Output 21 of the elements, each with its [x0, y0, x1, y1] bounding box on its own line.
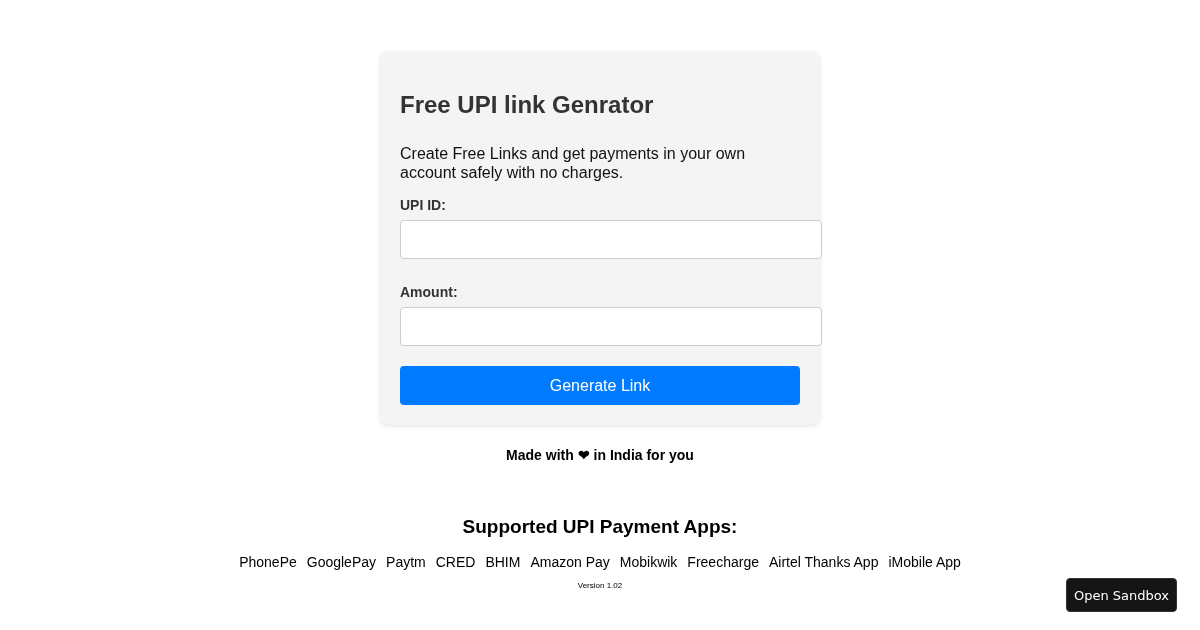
version-text: Version 1.02 — [577, 581, 623, 591]
app-name: Mobikwik — [619, 553, 678, 571]
field-label: Amount: — [400, 283, 458, 301]
app-name: GooglePay — [306, 553, 377, 571]
app-name: PhonePe — [239, 553, 297, 571]
form-description: Create Free Links and get payments in your own account safely with no charges. — [400, 144, 747, 182]
field-label: UPI ID: — [400, 196, 446, 214]
tagline: Made with ❤ in India for you — [506, 446, 694, 464]
input-field[interactable] — [400, 220, 822, 259]
form-title: Free UPI link Genrator — [400, 90, 654, 120]
app-name: Paytm — [386, 553, 426, 571]
input-field[interactable] — [400, 307, 822, 346]
apps-heading: Supported UPI Payment Apps: — [462, 515, 738, 539]
open-sandbox-button[interactable]: Open Sandbox — [1066, 578, 1177, 612]
app-name: Airtel Thanks App — [768, 553, 879, 571]
generate-button[interactable]: Generate Link — [400, 366, 800, 405]
app-name: iMobile App — [888, 553, 961, 571]
app-name: CRED — [435, 553, 476, 571]
app-name: Amazon Pay — [530, 553, 610, 571]
app-name: BHIM — [485, 553, 521, 571]
app-name: Freecharge — [687, 553, 759, 571]
